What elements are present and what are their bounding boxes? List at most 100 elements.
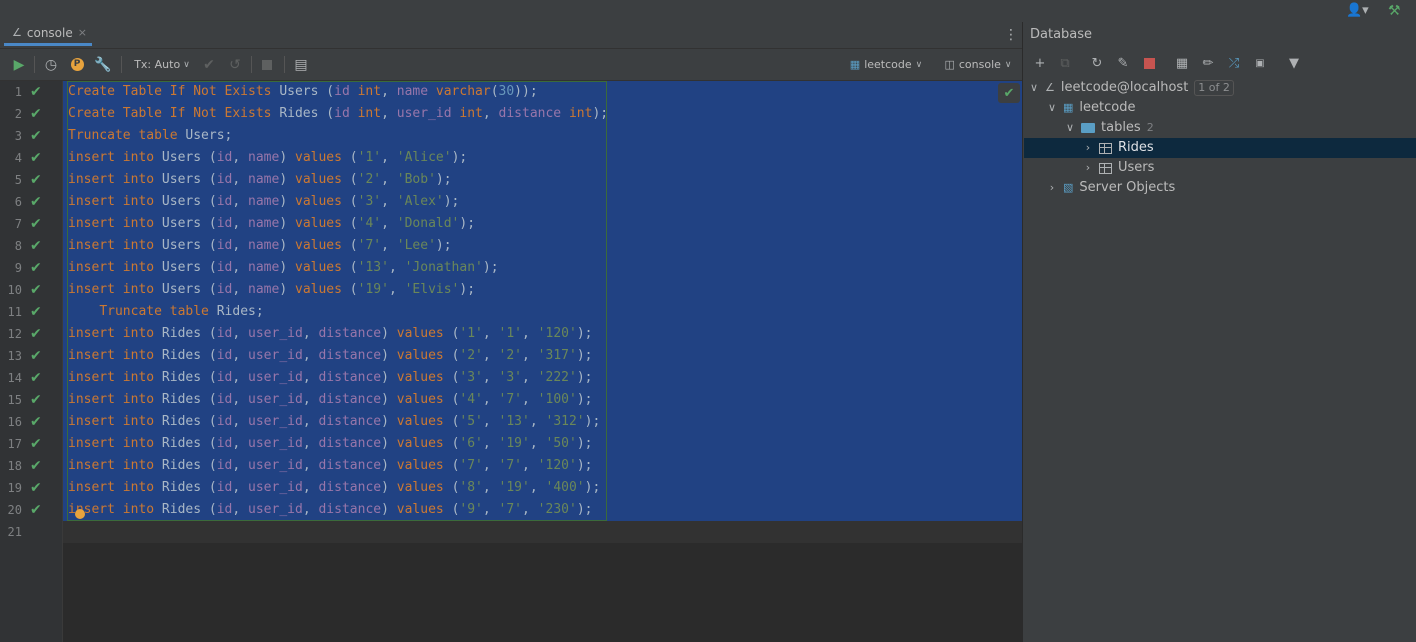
chevron-right-icon[interactable]: › <box>1083 138 1093 158</box>
code-token: , <box>482 106 499 121</box>
code-token: name <box>248 282 280 297</box>
tree-item-server-objects[interactable]: › ▧ Server Objects <box>1047 178 1175 198</box>
code-token: '13' <box>498 414 530 429</box>
code-token: , <box>302 436 319 451</box>
code-token: , <box>522 326 538 341</box>
code-token: name <box>248 238 280 253</box>
code-token: id <box>216 348 233 363</box>
query-console-icon[interactable]: ▣ <box>1251 49 1269 77</box>
title-bar <box>0 0 1416 23</box>
execution-success-icon[interactable]: ✔ <box>998 83 1020 103</box>
code-token: values <box>396 414 452 429</box>
code-token: insert into <box>68 436 162 451</box>
code-token: varchar <box>428 84 491 99</box>
code-token: ) <box>381 502 397 517</box>
code-token: user_id <box>248 370 303 385</box>
commit-icon[interactable]: ✔ <box>200 49 218 80</box>
filter-icon[interactable]: ▼ <box>1285 49 1303 77</box>
code-token: id <box>216 260 233 275</box>
table-label: Rides <box>1118 140 1154 155</box>
code-token: ) <box>381 414 397 429</box>
code-token: , <box>482 480 499 495</box>
close-icon[interactable]: × <box>78 26 87 39</box>
edit-icon[interactable]: ✏ <box>1199 49 1217 77</box>
code-token: insert into <box>68 194 162 209</box>
code-token: , <box>522 458 538 473</box>
jump-to-console-icon[interactable]: ⤮ <box>1225 49 1243 77</box>
line-number: 4 <box>14 151 22 165</box>
stop-icon[interactable] <box>258 49 276 80</box>
code-token: ) <box>381 348 397 363</box>
disconnect-icon[interactable] <box>1140 49 1158 77</box>
line-number: 5 <box>14 173 22 187</box>
rollback-icon[interactable]: ↺ <box>226 49 244 80</box>
copy-icon[interactable]: ⧉ <box>1056 49 1074 77</box>
code-token: name <box>248 194 280 209</box>
transaction-mode-dropdown[interactable]: Tx: Auto ∨ <box>132 49 192 80</box>
explain-plan-icon[interactable]: P <box>68 49 86 80</box>
sql-editor[interactable]: Create Table If Not Exists Users (id int… <box>63 81 1022 642</box>
code-token: name <box>248 216 280 231</box>
chevron-down-icon: ∨ <box>1004 59 1012 70</box>
code-token: ); <box>576 458 593 473</box>
code-token: '19' <box>357 282 389 297</box>
more-options-icon[interactable]: ⋮ <box>1004 22 1018 48</box>
chevron-down-icon[interactable]: ∨ <box>1029 78 1039 98</box>
code-token: , <box>381 106 397 121</box>
table-view-icon[interactable]: ▦ <box>1173 49 1191 77</box>
tree-item-schema[interactable]: ∨ ▦ leetcode <box>1047 98 1136 118</box>
code-line: insert into Users (id, name) values ('1'… <box>68 147 467 169</box>
code-token: Users; <box>185 128 233 143</box>
code-token: ); <box>584 480 601 495</box>
execute-icon[interactable]: ▶ <box>10 49 28 80</box>
success-check-icon: ✔ <box>30 458 42 474</box>
tree-item-connection[interactable]: ∨ ∠ leetcode@localhost 1 of 2 <box>1029 78 1234 98</box>
tree-item-table-rides[interactable]: › Rides <box>1083 138 1154 158</box>
line-number: 17 <box>7 437 22 451</box>
session-dropdown[interactable]: ◫ console ∨ <box>940 49 1016 80</box>
chevron-down-icon: ∨ <box>183 59 190 70</box>
edit-schema-icon[interactable]: ✎ <box>1114 49 1132 77</box>
code-token: user_id <box>248 502 303 517</box>
code-token: values <box>295 282 350 297</box>
editor-tab-bar: ∠ console × ⋮ <box>0 22 1022 49</box>
result-view-icon[interactable]: ▤ <box>292 49 310 80</box>
server-objects-label: Server Objects <box>1079 180 1176 195</box>
code-token: id <box>216 282 233 297</box>
session-icon: ◫ <box>944 58 955 71</box>
tab-console[interactable]: ∠ console × <box>4 22 92 46</box>
success-check-icon: ✔ <box>30 436 42 452</box>
code-token: user_id <box>248 414 303 429</box>
hammer-icon[interactable]: ⚒ <box>1388 0 1401 22</box>
refresh-icon[interactable]: ↻ <box>1088 49 1106 77</box>
code-line: insert into Users (id, name) values ('3'… <box>68 191 459 213</box>
code-token: '3' <box>357 194 382 209</box>
code-line: insert into Users (id, name) values ('4'… <box>68 213 475 235</box>
chevron-right-icon[interactable]: › <box>1083 158 1093 178</box>
tree-item-tables[interactable]: ∨ tables 2 <box>1065 118 1154 138</box>
settings-wrench-icon[interactable]: 🔧 <box>94 49 112 80</box>
intention-bulb-icon[interactable] <box>75 509 85 519</box>
tables-count: 2 <box>1146 121 1154 134</box>
user-icon[interactable]: 👤▾ <box>1346 0 1369 22</box>
code-token: '7' <box>498 502 523 517</box>
line-number: 10 <box>7 283 22 297</box>
code-token: Rides; <box>216 304 264 319</box>
success-check-icon: ✔ <box>30 84 42 100</box>
code-token: Users ( <box>161 238 217 253</box>
code-token: id <box>216 370 233 385</box>
add-icon[interactable]: + <box>1031 49 1049 77</box>
code-token: '317' <box>537 348 577 363</box>
tree-item-table-users[interactable]: › Users <box>1083 158 1155 178</box>
code-token: insert into <box>68 458 162 473</box>
datasource-icon: ∠ <box>1045 81 1055 94</box>
datasource-dropdown[interactable]: ▦ leetcode ∨ <box>846 49 926 80</box>
code-token: ) <box>279 194 295 209</box>
chevron-down-icon[interactable]: ∨ <box>1065 118 1075 138</box>
code-token: values <box>295 172 350 187</box>
history-icon[interactable]: ◷ <box>42 49 60 80</box>
chevron-right-icon[interactable]: › <box>1047 178 1057 198</box>
code-token: Rides ( <box>161 414 217 429</box>
code-token: Rides ( <box>161 326 217 341</box>
chevron-down-icon[interactable]: ∨ <box>1047 98 1057 118</box>
